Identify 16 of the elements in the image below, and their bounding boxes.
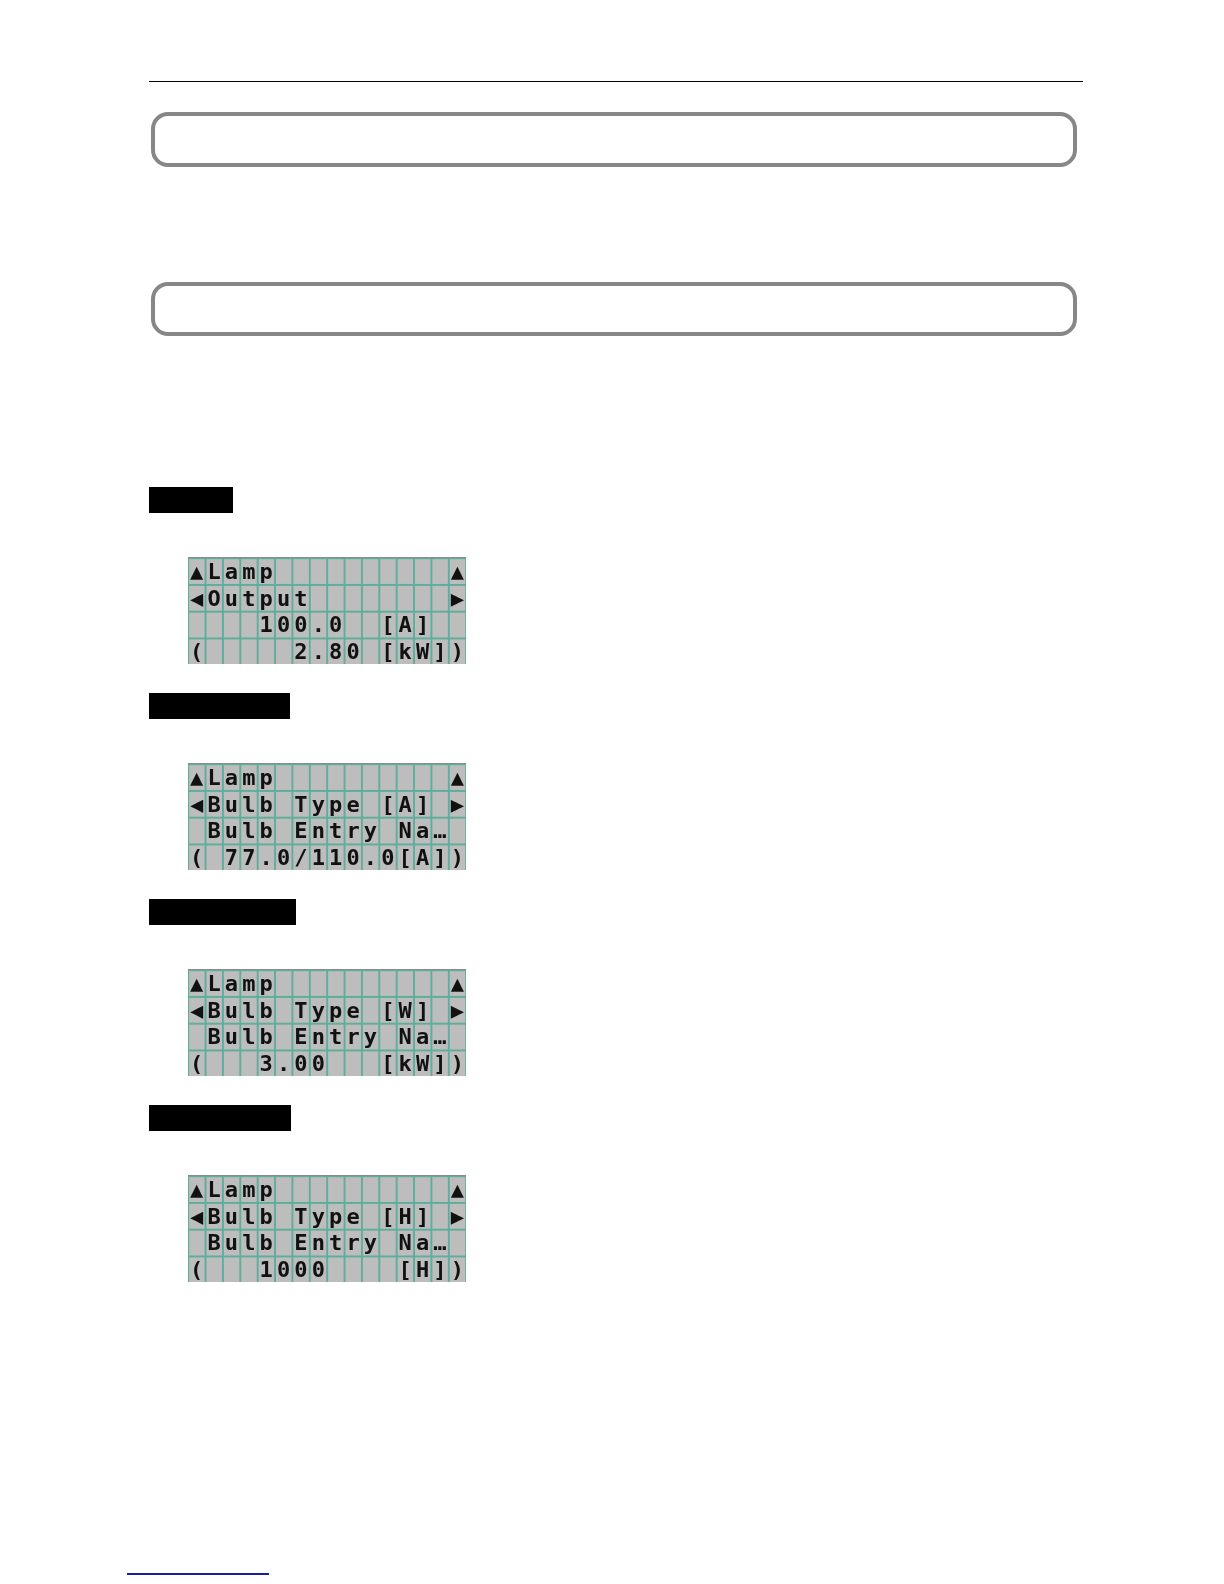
lcd-line: ◀Output ▶	[189, 584, 466, 611]
lcd-line: ( 3.00 [kW])	[189, 1049, 466, 1076]
lcd-line: ▲Lamp ▲	[189, 764, 466, 791]
lcd-line: ( 2.80 [kW])	[189, 637, 466, 664]
lcd-line: ◀Bulb Type [W] ▶	[189, 996, 466, 1023]
lcd-line: ( 1000 [H])	[189, 1255, 466, 1282]
lcd-line: ( 77.0/110.0[A])	[189, 843, 466, 870]
lcd-line: Bulb Entry Na…	[206, 1229, 451, 1256]
lcd-line: ◀Bulb Type [A] ▶	[189, 790, 466, 817]
lcd-line: Bulb Entry Na…	[206, 1023, 451, 1050]
lcd-line: ▲Lamp ▲	[189, 970, 466, 997]
lcd-line: 100.0 [A]	[258, 611, 434, 638]
lcd-line: ◀Bulb Type [H] ▶	[189, 1202, 466, 1229]
lcd-line: ▲Lamp ▲	[189, 1176, 466, 1203]
lcd-line: Bulb Entry Na…	[206, 817, 451, 844]
lcd-line: ▲Lamp ▲	[189, 558, 466, 585]
